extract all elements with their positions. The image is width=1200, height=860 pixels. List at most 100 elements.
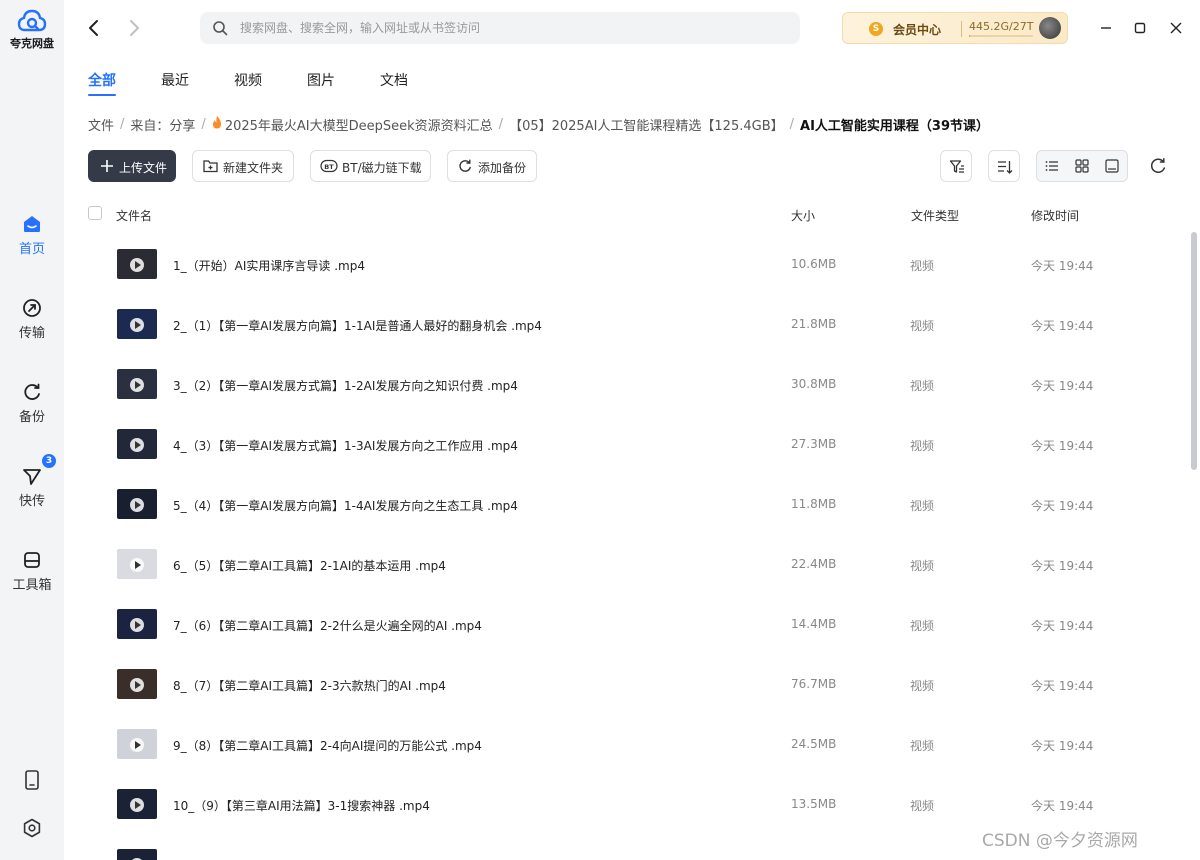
file-modified-time: 今天 19:44 (1031, 619, 1094, 633)
maximize-button[interactable] (1128, 16, 1152, 40)
sidebar-item-backup[interactable]: 备份 (0, 382, 64, 425)
column-header-modified[interactable]: 修改时间 (1031, 207, 1079, 224)
sidebar-item-home[interactable]: 首页 (0, 214, 64, 257)
backup-icon (459, 159, 471, 172)
play-icon (130, 558, 144, 572)
add-backup-label: 添加备份 (478, 161, 527, 175)
sort-icon (998, 161, 1013, 174)
file-size: 27.3MB (791, 437, 837, 451)
tab-documents[interactable]: 文档 (380, 70, 408, 90)
file-type: 视频 (910, 499, 935, 513)
breadcrumb-folder-level2[interactable]: 【05】2025AI人工智能课程精选【125.4GB】 (509, 115, 784, 134)
filter-button[interactable] (940, 150, 972, 182)
breadcrumb-separator: / (498, 117, 504, 132)
new-folder-label: 新建文件夹 (223, 161, 284, 175)
tab-recent[interactable]: 最近 (161, 70, 189, 90)
sort-button[interactable] (988, 150, 1020, 182)
table-row[interactable]: 4_（3）【第一章AI发展方式篇】1-3AI发展方向之工作应用 .mp4 27.3… (88, 414, 1188, 474)
member-center-button[interactable]: S 会员中心 445.2G/27T (842, 12, 1068, 44)
thumbnail-view-button[interactable] (1097, 151, 1127, 181)
upload-file-label: 上传文件 (119, 161, 168, 175)
sidebar: 夸克网盘 首页 传输 备份 3 快传 工具箱 (0, 0, 64, 860)
storage-quota-bar (969, 35, 1033, 37)
table-row[interactable]: 9_（8）【第二章AI工具篇】2-4向AI提问的万能公式 .mp4 24.5MB 视… (88, 714, 1188, 774)
column-header-size[interactable]: 大小 (791, 207, 815, 224)
table-row[interactable]: 3_（2）【第一章AI发展方式篇】1-2AI发展方向之知识付费 .mp4 30.8… (88, 354, 1188, 414)
list-view-button[interactable] (1037, 151, 1067, 181)
breadcrumb-separator: / (789, 117, 795, 132)
cloud-logo-icon (17, 9, 47, 32)
back-button[interactable] (82, 16, 106, 40)
minimize-icon (1101, 27, 1111, 29)
table-row[interactable]: 8_（7）【第二章AI工具篇】2-3六款热门的AI .mp4 76.7MB 视频 今天… (88, 654, 1188, 714)
tab-all[interactable]: 全部 (88, 70, 116, 90)
search-input[interactable] (240, 12, 780, 44)
grid-view-button[interactable] (1067, 151, 1097, 181)
tab-images[interactable]: 图片 (307, 70, 335, 90)
close-button[interactable] (1164, 16, 1188, 40)
video-thumbnail (117, 609, 157, 639)
table-row[interactable]: 6_（5）【第二章AI工具篇】2-1AI的基本运用 .mp4 22.4MB 视频 今天… (88, 534, 1188, 594)
chevron-left-icon (89, 20, 98, 36)
grid-view-icon (1075, 159, 1089, 173)
file-name: 2_（1）【第一章AI发展方向篇】1-1AI是普通人最好的翻身机会 .mp4 (173, 319, 542, 333)
bt-download-button[interactable]: BT BT/磁力链下载 (310, 150, 431, 182)
minimize-button[interactable] (1094, 16, 1118, 40)
breadcrumb-separator: / (120, 117, 125, 132)
file-size: 13.5MB (791, 797, 837, 811)
table-row[interactable]: 5_（4）【第一章AI发展方向篇】1-4AI发展方向之生态工具 .mp4 11.8… (88, 474, 1188, 534)
video-thumbnail (117, 549, 157, 579)
video-thumbnail (117, 369, 157, 399)
file-type: 视频 (910, 739, 935, 753)
file-modified-time: 今天 19:44 (1031, 499, 1094, 513)
table-row[interactable]: 7_（6）【第二章AI工具篇】2-2什么是火遍全网的AI .mp4 14.4MB 视… (88, 594, 1188, 654)
add-backup-button[interactable]: 添加备份 (447, 150, 537, 182)
play-icon (130, 498, 144, 512)
avatar[interactable] (1039, 17, 1061, 39)
file-list: 1_（开始）AI实用课序言导读 .mp4 10.6MB 视频 今天 19:44 2_（1… (88, 234, 1188, 860)
column-header-type[interactable]: 文件类型 (911, 207, 959, 224)
file-size: 76.7MB (791, 677, 837, 691)
breadcrumb-root[interactable]: 文件 (88, 115, 114, 134)
upload-file-button[interactable]: 上传文件 (88, 150, 176, 182)
file-modified-time: 今天 19:44 (1031, 679, 1094, 693)
active-tab-indicator (88, 94, 116, 96)
mobile-app-button[interactable] (0, 770, 64, 790)
sidebar-item-transfer[interactable]: 传输 (0, 298, 64, 341)
search-icon (213, 21, 228, 36)
file-modified-time: 今天 19:44 (1031, 739, 1094, 753)
new-folder-button[interactable]: 新建文件夹 (192, 150, 294, 182)
video-thumbnail (117, 249, 157, 279)
table-row[interactable]: 10_（9）【第三章AI用法篇】3-1搜索神器 .mp4 13.5MB 视频 今天 1… (88, 774, 1188, 834)
file-name: 6_（5）【第二章AI工具篇】2-1AI的基本运用 .mp4 (173, 559, 446, 573)
sidebar-item-toolbox[interactable]: 工具箱 (0, 550, 64, 593)
column-header-name[interactable]: 文件名 (116, 207, 152, 224)
play-icon (130, 378, 144, 392)
sidebar-item-label: 传输 (18, 326, 45, 341)
file-name: 8_（7）【第二章AI工具篇】2-3六款热门的AI .mp4 (173, 679, 446, 693)
file-size: 21.8MB (791, 317, 837, 331)
filter-icon (949, 160, 964, 173)
table-row[interactable]: 1_（开始）AI实用课序言导读 .mp4 10.6MB 视频 今天 19:44 (88, 234, 1188, 294)
storage-quota-fill (969, 35, 971, 37)
video-thumbnail (117, 729, 157, 759)
play-icon (130, 438, 144, 452)
file-name: 3_（2）【第一章AI发展方式篇】1-2AI发展方向之知识付费 .mp4 (173, 379, 518, 393)
refresh-button[interactable] (1148, 156, 1168, 176)
breadcrumb-folder-level1[interactable]: 2025年最火AI大模型DeepSeek资源资料汇总 (225, 115, 493, 134)
file-type: 视频 (910, 679, 935, 693)
select-all-checkbox[interactable] (88, 206, 102, 220)
settings-button[interactable] (0, 818, 64, 838)
table-row[interactable]: 2_（1）【第一章AI发展方向篇】1-1AI是普通人最好的翻身机会 .mp4 21… (88, 294, 1188, 354)
sidebar-item-quick-send[interactable]: 3 快传 (0, 454, 64, 509)
file-size: 14.4MB (791, 617, 837, 631)
breadcrumb-source[interactable]: 来自：分享 (130, 115, 195, 134)
tab-video[interactable]: 视频 (234, 70, 262, 90)
settings-icon (23, 818, 41, 838)
watermark: CSDN @今夕资源网 (982, 831, 1138, 851)
video-thumbnail (117, 429, 157, 459)
vertical-scrollbar[interactable] (1191, 232, 1197, 470)
sidebar-item-label: 工具箱 (12, 578, 52, 593)
forward-button[interactable] (122, 16, 146, 40)
thumbnail-view-icon (1105, 159, 1119, 173)
